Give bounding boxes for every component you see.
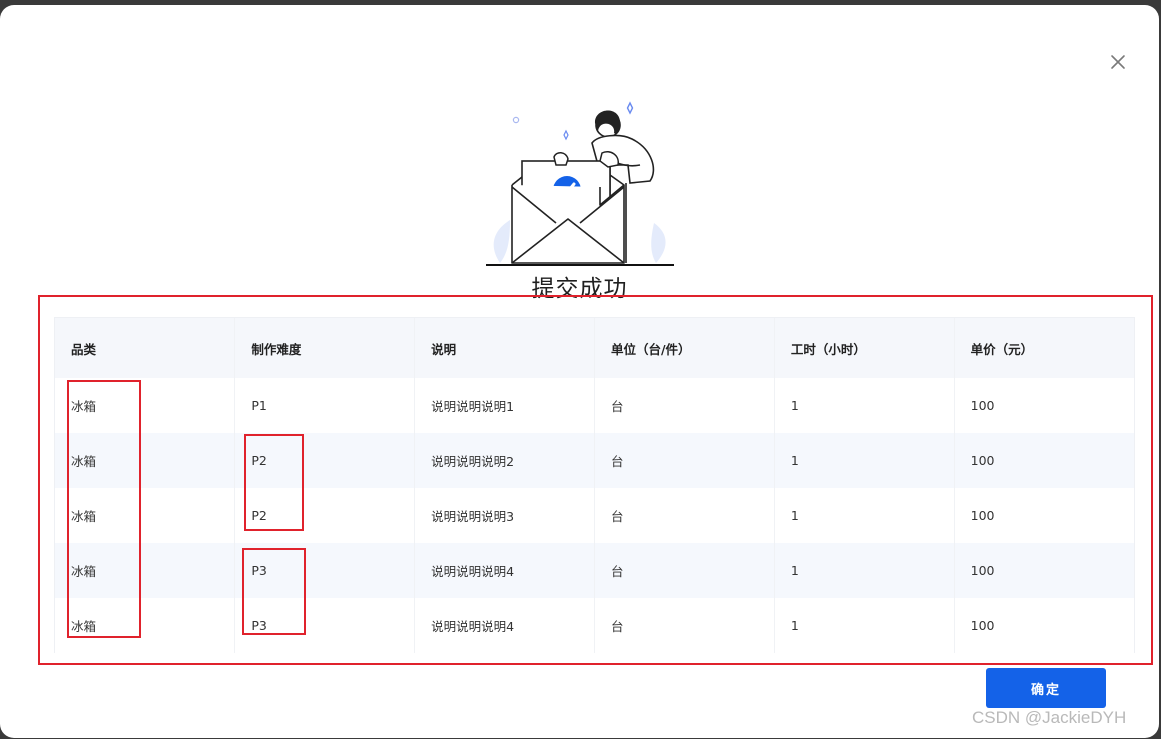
table-cell: 1: [774, 598, 955, 653]
table-header-row: 品类 制作难度 说明 单位（台/件） 工时（小时） 单价（元）: [55, 318, 1134, 378]
success-dialog: 提交成功 品类 制作难度 说明 单位（台/件） 工时（小时） 单价（元） 冰箱 …: [0, 5, 1159, 738]
column-header: 说明: [414, 318, 595, 378]
close-icon: [1111, 55, 1125, 69]
table-row: 冰箱 P3 说明说明说明4 台 1 100: [55, 543, 1134, 598]
table-cell: 冰箱: [55, 488, 236, 543]
column-header: 单位（台/件）: [594, 318, 775, 378]
table-cell: 说明说明说明4: [414, 543, 595, 598]
table-cell: 1: [774, 433, 955, 488]
confirm-button[interactable]: 确定: [986, 668, 1106, 708]
table-row: 冰箱 P2 说明说明说明3 台 1 100: [55, 488, 1134, 543]
table-cell: P3: [234, 543, 416, 598]
table-row: 冰箱 P1 说明说明说明1 台 1 100: [55, 378, 1134, 433]
table-row: 冰箱 P3 说明说明说明4 台 1 100: [55, 598, 1134, 653]
table-cell: 台: [594, 378, 775, 433]
table-cell: P3: [234, 598, 416, 653]
success-title: 提交成功: [531, 276, 628, 302]
table-cell: P2: [234, 488, 416, 543]
column-header: 工时（小时）: [774, 318, 955, 378]
table-cell: 说明说明说明1: [414, 378, 595, 433]
table-cell: 100: [954, 543, 1134, 598]
table-cell: 冰箱: [55, 543, 236, 598]
result-table: 品类 制作难度 说明 单位（台/件） 工时（小时） 单价（元） 冰箱 P1 说明…: [54, 317, 1135, 653]
table-cell: P1: [234, 378, 416, 433]
success-envelope-illustration: [480, 95, 680, 270]
table-cell: 台: [594, 598, 775, 653]
table-cell: 台: [594, 488, 775, 543]
table-row: 冰箱 P2 说明说明说明2 台 1 100: [55, 433, 1134, 488]
table-cell: 台: [594, 433, 775, 488]
table-cell: 冰箱: [55, 378, 236, 433]
table-cell: 冰箱: [55, 433, 236, 488]
close-button[interactable]: [1106, 50, 1130, 74]
table-cell: 1: [774, 543, 955, 598]
table-cell: P2: [234, 433, 416, 488]
table-cell: 100: [954, 378, 1134, 433]
table-cell: 冰箱: [55, 598, 236, 653]
table-cell: 100: [954, 488, 1134, 543]
column-header: 品类: [55, 318, 236, 378]
table-cell: 台: [594, 543, 775, 598]
table-cell: 说明说明说明3: [414, 488, 595, 543]
table-cell: 100: [954, 433, 1134, 488]
table-cell: 1: [774, 378, 955, 433]
watermark: CSDN @JackieDYH: [972, 708, 1127, 727]
table-cell: 1: [774, 488, 955, 543]
table-cell: 说明说明说明4: [414, 598, 595, 653]
column-header: 制作难度: [234, 318, 416, 378]
column-header: 单价（元）: [954, 318, 1134, 378]
table-cell: 说明说明说明2: [414, 433, 595, 488]
table-cell: 100: [954, 598, 1134, 653]
